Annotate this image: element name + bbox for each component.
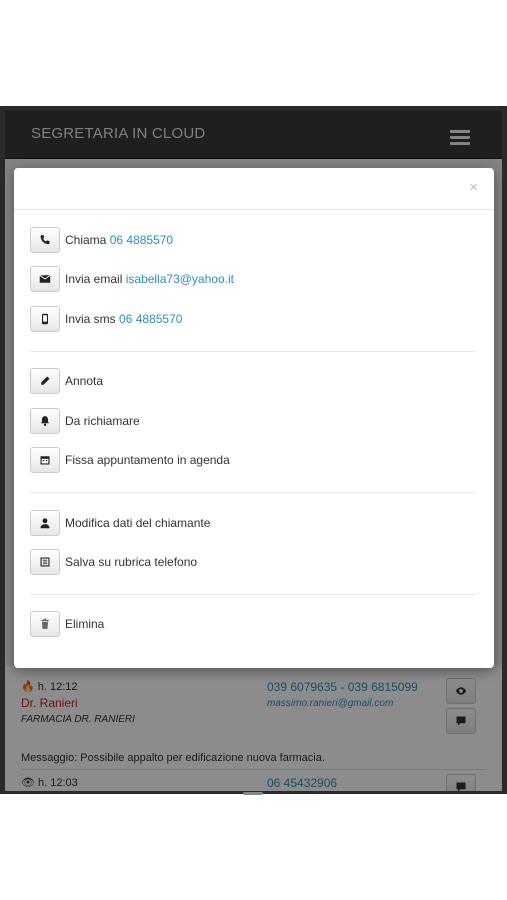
email-button[interactable]: [30, 266, 60, 292]
sms-button[interactable]: [30, 306, 60, 332]
device-frame: SEGRETARIA IN CLOUD 🔥 h. 12:12 Dr. Ranie…: [0, 106, 507, 795]
email-label: Invia email: [65, 272, 123, 286]
delete-button[interactable]: [30, 611, 60, 637]
action-modal: × Chiama 06 4885570 Invia email isabella…: [14, 168, 494, 668]
phone-icon: [40, 235, 50, 245]
pencil-icon: [41, 376, 50, 385]
edit-caller-button[interactable]: [30, 510, 60, 536]
user-icon: [40, 518, 50, 529]
envelope-icon: [39, 274, 51, 283]
call-action[interactable]: Chiama 06 4885570: [30, 226, 173, 254]
app-screen: SEGRETARIA IN CLOUD 🔥 h. 12:12 Dr. Ranie…: [5, 111, 502, 791]
divider: [30, 594, 476, 595]
save-contact-action[interactable]: Salva su rubrica telefono: [30, 548, 197, 576]
mobile-phone-icon: [42, 313, 48, 325]
appointment-button[interactable]: [30, 447, 60, 473]
callback-action[interactable]: Da richiamare: [30, 407, 140, 435]
call-button[interactable]: [30, 227, 60, 253]
annota-label: Annota: [65, 374, 104, 388]
address-book-icon: [40, 557, 50, 567]
annota-button[interactable]: [30, 368, 60, 394]
callback-label: Da richiamare: [65, 414, 140, 428]
home-indicator: [243, 792, 263, 795]
divider: [30, 492, 476, 493]
edit-caller-label: Modifica dati del chiamante: [65, 516, 211, 530]
email-action[interactable]: Invia email isabella73@yahoo.it: [30, 265, 234, 293]
save-contact-button[interactable]: [30, 549, 60, 575]
appointment-action[interactable]: Fissa appuntamento in agenda: [30, 446, 230, 474]
save-contact-label: Salva su rubrica telefono: [65, 555, 198, 569]
email-address-link[interactable]: isabella73@yahoo.it: [126, 272, 234, 286]
appointment-label: Fissa appuntamento in agenda: [65, 453, 230, 467]
sms-label: Invia sms: [65, 312, 116, 326]
delete-action[interactable]: Elimina: [30, 610, 104, 638]
close-button[interactable]: ×: [469, 180, 478, 195]
sms-action[interactable]: Invia sms 06 4885570: [30, 305, 182, 333]
call-number-link[interactable]: 06 4885570: [110, 233, 173, 247]
modal-header: ×: [14, 168, 494, 210]
trash-icon: [41, 618, 49, 629]
divider: [30, 351, 476, 352]
bell-icon: [40, 416, 50, 426]
call-label: Chiama: [65, 233, 107, 247]
edit-caller-action[interactable]: Modifica dati del chiamante: [30, 509, 210, 537]
annota-action[interactable]: Annota: [30, 367, 103, 395]
calendar-icon: [40, 456, 50, 465]
delete-label: Elimina: [65, 617, 105, 631]
sms-number-link[interactable]: 06 4885570: [119, 312, 182, 326]
callback-button[interactable]: [30, 408, 60, 434]
